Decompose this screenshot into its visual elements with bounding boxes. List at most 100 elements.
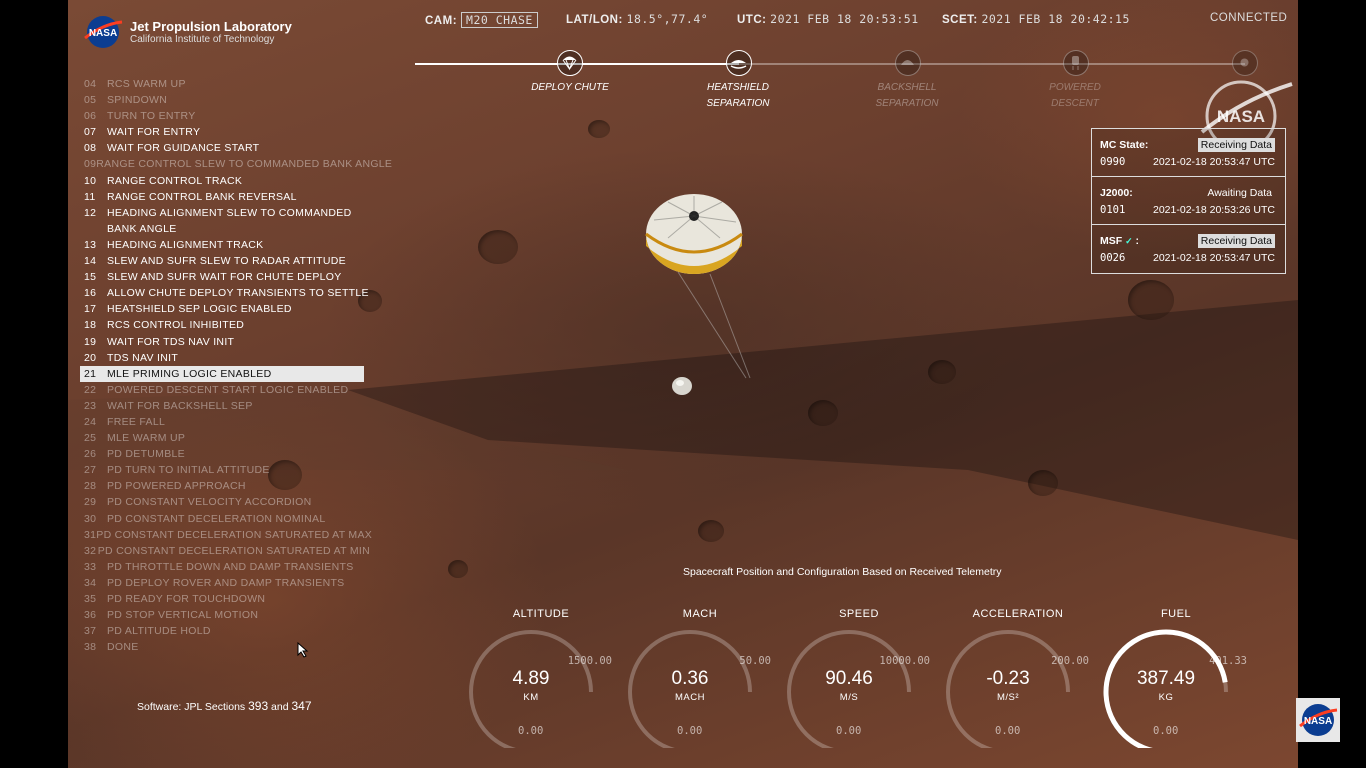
timeline-label-deploy-chute: DEPLOY CHUTE (531, 82, 609, 93)
timeline-node-heatshield[interactable] (726, 50, 752, 76)
status-state-badge: Awaiting Data (1207, 187, 1272, 199)
timeline-node-deploy-chute[interactable] (557, 50, 583, 76)
svg-text:NASA: NASA (1217, 107, 1265, 126)
status-row: MC State: Receiving Data 0990 2021-02-18 20… (1092, 129, 1285, 177)
status-row: MSF ✓ : Receiving Data 0026 2021-02-18 20:5… (1092, 225, 1285, 273)
event-item[interactable]: 19 WAIT FOR TDS NAV INIT (80, 334, 370, 350)
event-item[interactable]: 17 HEATSHIELD SEP LOGIC ENABLED (80, 301, 370, 317)
event-label: PD DETUMBLE (107, 448, 185, 461)
latlon-readout: LAT/LON: 18.5°,77.4° (566, 12, 708, 26)
event-item[interactable]: 08 WAIT FOR GUIDANCE START (80, 140, 370, 156)
event-item[interactable]: 32 PD CONSTANT DECELERATION SATURATED AT … (80, 543, 370, 559)
crater (808, 400, 838, 426)
event-item[interactable]: 30 PD CONSTANT DECELERATION NOMINAL (80, 511, 370, 527)
org-subtitle: California Institute of Technology (130, 33, 275, 45)
event-item[interactable]: 33 PD THROTTLE DOWN AND DAMP TRANSIENTS (80, 559, 370, 575)
event-item[interactable]: 21 MLE PRIMING LOGIC ENABLED (80, 365, 364, 382)
event-item[interactable]: 09 RANGE CONTROL SLEW TO COMMANDED BANK A… (80, 156, 392, 172)
nasa-meatball-icon: NASA (84, 16, 123, 48)
event-item[interactable]: 22 POWERED DESCENT START LOGIC ENABLED (80, 382, 370, 398)
gauge-value: 90.46 (825, 668, 873, 689)
event-number: 32 (84, 544, 97, 557)
event-number: 04 (84, 78, 97, 90)
backshell-capsule (672, 377, 692, 395)
event-number: 22 (84, 383, 97, 396)
gauge-altitude: ALTITUDE 4.89 KM 1500.00 0.00 (466, 606, 616, 748)
event-item[interactable]: 31 PD CONSTANT DECELERATION SATURATED AT … (80, 527, 373, 543)
gauge-unit: M/S (839, 692, 859, 703)
crater (1028, 470, 1058, 496)
event-number: 16 (84, 287, 97, 300)
status-time: 2021-02-18 20:53:47 UTC (1153, 252, 1275, 264)
gauge-value: 4.89 (512, 668, 550, 689)
event-item[interactable]: 34 PD DEPLOY ROVER AND DAMP TRANSIENTS (80, 575, 370, 591)
event-number: 30 (84, 512, 97, 525)
scet-value: 2021 FEB 18 20:42:15 (981, 12, 1130, 26)
event-item[interactable]: 38 DONE (80, 639, 370, 655)
gauge-title: FUEL (1160, 608, 1192, 620)
event-item[interactable]: 18 RCS CONTROL INHIBITED (80, 317, 370, 333)
status-count: 0990 (1100, 156, 1126, 168)
timeline-node-backshell[interactable] (895, 50, 921, 76)
cam-label: CAM: (425, 15, 458, 27)
event-item[interactable]: 20 TDS NAV INIT (80, 350, 370, 366)
event-item[interactable]: 35 PD READY FOR TOUCHDOWN (80, 591, 370, 607)
event-label: PD POWERED APPROACH (107, 480, 246, 493)
event-item[interactable]: 27 PD TURN TO INITIAL ATTITUDE (80, 462, 370, 478)
software-prefix: Software: JPL Sections (137, 701, 246, 713)
jpl-logo: NASA Jet Propulsion Laboratory Californi… (82, 14, 292, 50)
event-item[interactable]: 29 PD CONSTANT VELOCITY ACCORDION (80, 494, 370, 510)
event-label: PD CONSTANT DECELERATION SATURATED AT MA… (96, 528, 373, 541)
gauge-min: 0.00 (995, 725, 1021, 737)
event-item[interactable]: 36 PD STOP VERTICAL MOTION (80, 607, 370, 623)
event-label: ALLOW CHUTE DEPLOY TRANSIENTS TO SETTLE (107, 287, 369, 300)
status-time: 2021-02-18 20:53:47 UTC (1153, 156, 1275, 168)
event-item[interactable]: 11 RANGE CONTROL BANK REVERSAL (80, 189, 370, 205)
event-item[interactable]: 12 HEADING ALIGNMENT SLEW TO COMMANDED BA… (80, 205, 370, 237)
event-number: 27 (84, 464, 97, 477)
latlon-value: 18.5°,77.4° (626, 12, 709, 26)
event-number: 21 (84, 367, 97, 380)
powered-descent-icon (1072, 56, 1079, 70)
timeline-node-powered-descent[interactable] (1063, 50, 1089, 76)
status-row: J2000: Awaiting Data 0101 2021-02-18 20:53:… (1092, 177, 1285, 225)
gauge-max: 1500.00 (567, 655, 612, 667)
gauge-max: 200.00 (1051, 655, 1089, 667)
svg-text:NASA: NASA (1304, 716, 1332, 727)
event-item[interactable]: 25 MLE WARM UP (80, 430, 370, 446)
event-item[interactable]: 15 SLEW AND SUFR WAIT FOR CHUTE DEPLOY (80, 269, 370, 285)
event-item[interactable]: 24 FREE FALL (80, 414, 370, 430)
gauge-min: 0.00 (677, 725, 703, 737)
event-item[interactable]: 07 WAIT FOR ENTRY (80, 124, 370, 140)
event-item[interactable]: 04 RCS WARM UP (80, 76, 370, 92)
camera-readout: CAM: M20 CHASE (425, 12, 538, 28)
event-number: 31 (84, 528, 97, 541)
timeline-node-touchdown[interactable] (1232, 50, 1258, 76)
event-label: PD STOP VERTICAL MOTION (107, 609, 259, 622)
event-label: HEATSHIELD SEP LOGIC ENABLED (107, 303, 292, 316)
event-number: 05 (84, 94, 97, 107)
software-credit: Software: JPL Sections 393 and 347 (137, 699, 312, 713)
event-item[interactable]: 23 WAIT FOR BACKSHELL SEP (80, 398, 370, 414)
event-item[interactable]: 06 TURN TO ENTRY (80, 108, 370, 124)
gauge-value: -0.23 (986, 668, 1030, 689)
event-item[interactable]: 05 SPINDOWN (80, 92, 370, 108)
event-item[interactable]: 10 RANGE CONTROL TRACK (80, 173, 370, 189)
event-label: PD READY FOR TOUCHDOWN (107, 593, 266, 605)
software-section-a: 393 (248, 699, 269, 713)
gauge-title: SPEED (839, 608, 879, 620)
event-item[interactable]: 14 SLEW AND SUFR SLEW TO RADAR ATTITUDE (80, 253, 370, 269)
event-item[interactable]: 28 PD POWERED APPROACH (80, 478, 370, 494)
event-label: WAIT FOR GUIDANCE START (107, 142, 260, 155)
event-number: 28 (84, 480, 97, 493)
gauge-unit: KG (1158, 692, 1174, 703)
event-number: 24 (84, 415, 97, 428)
event-item[interactable]: 37 PD ALTITUDE HOLD (80, 623, 370, 639)
gauge-max: 401.33 (1209, 655, 1247, 667)
event-label: RCS WARM UP (107, 78, 186, 90)
event-item[interactable]: 26 PD DETUMBLE (80, 446, 370, 462)
event-item[interactable]: 16 ALLOW CHUTE DEPLOY TRANSIENTS TO SETTL… (80, 285, 370, 301)
event-label: PD CONSTANT DECELERATION NOMINAL (107, 512, 326, 525)
cam-selector[interactable]: M20 CHASE (461, 12, 538, 28)
event-item[interactable]: 13 HEADING ALIGNMENT TRACK (80, 237, 370, 253)
